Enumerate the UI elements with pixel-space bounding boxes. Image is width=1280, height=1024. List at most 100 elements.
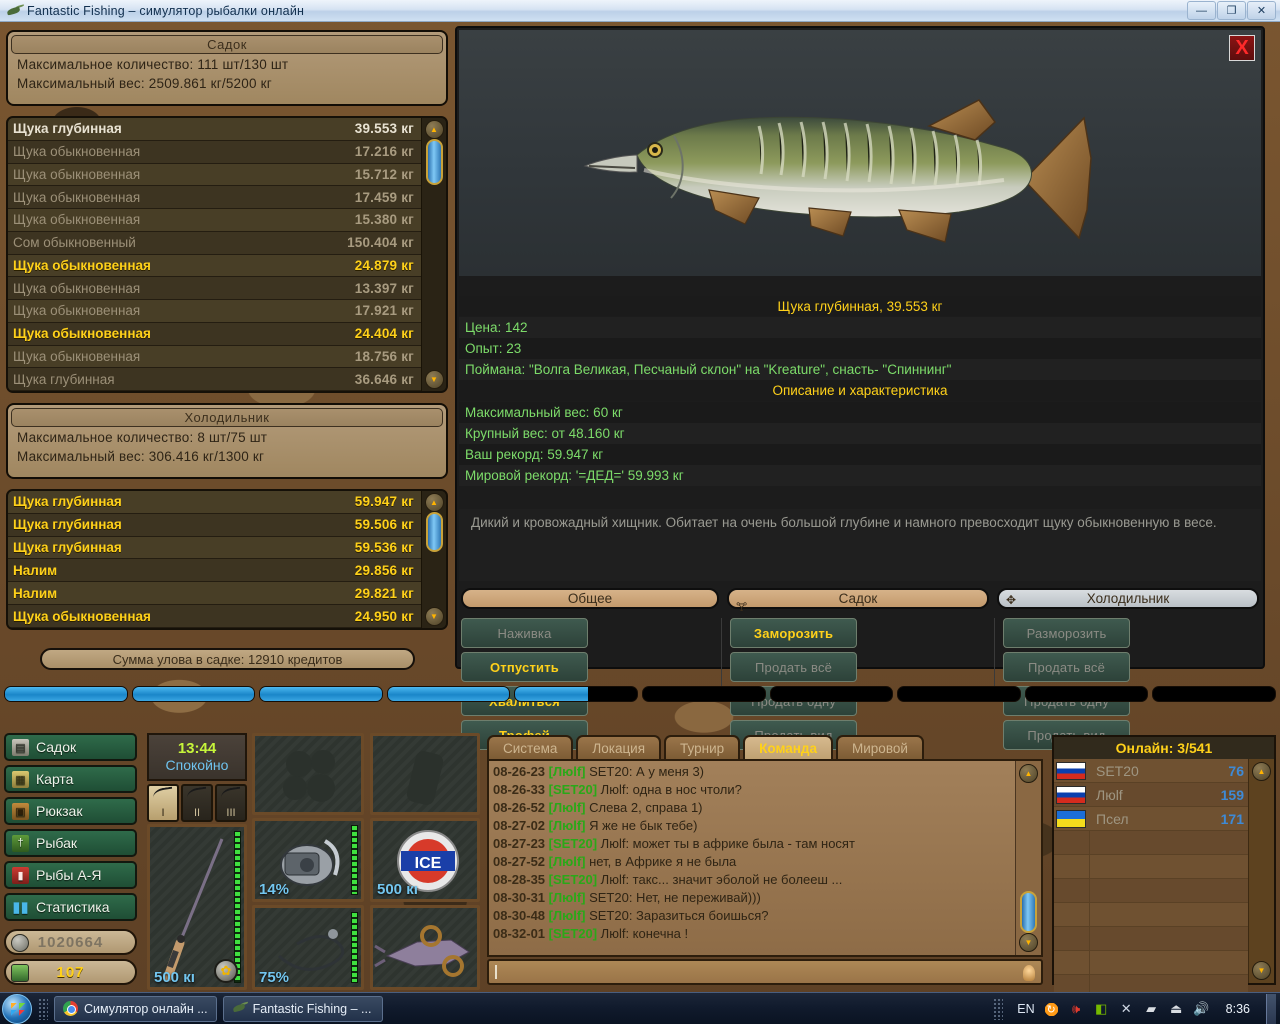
fridge-caption: Холодильник (11, 408, 443, 427)
chat-timestamp: 08-28-35 (493, 872, 549, 887)
chat-nickname: [Люlf] (548, 818, 590, 833)
chat-tab-мировой[interactable]: Мировой (836, 735, 924, 759)
table-row[interactable]: Щука обыкновенная 17.921 кг (8, 300, 421, 323)
tab-fridge[interactable]: ✥ Холодильник (997, 588, 1259, 609)
scroll-up-icon[interactable]: ▲ (424, 493, 444, 512)
network-error-icon[interactable]: ▰ (1143, 1001, 1160, 1018)
chat-input[interactable] (487, 959, 1043, 985)
common-button-отпустить[interactable]: Отпустить (461, 652, 588, 682)
chat-messages-area[interactable]: 08-26-23 [Люlf] SET20: А у меня 3) 08-26-… (487, 759, 1043, 957)
gear-icon[interactable]: ✿ (214, 959, 238, 983)
language-indicator[interactable]: EN (1017, 1002, 1034, 1016)
chat-tab-турнир[interactable]: Турнир (664, 735, 741, 759)
table-row[interactable]: Щука обыкновенная 15.380 кг (8, 209, 421, 232)
fish-world-record: Мировой рекорд: '=ДЕД=' 59.993 кг (459, 465, 1261, 486)
fridge-count: Максимальное количество: 8 шт/75 шт (17, 430, 268, 445)
common-button-наживка: Наживка (461, 618, 588, 648)
chat-text: Люlf: конечна ! (600, 926, 689, 941)
show-desktop-button[interactable] (1266, 994, 1276, 1024)
slot-extra-empty[interactable] (370, 733, 480, 815)
scroll-down-icon[interactable]: ▼ (1019, 933, 1038, 952)
online-player-row[interactable]: Люlf 159 (1054, 783, 1248, 807)
rod-tab-II[interactable]: II (181, 784, 213, 822)
menu-item-label: Садок (36, 739, 77, 755)
table-row[interactable]: Щука глубинная 59.947 кг (8, 491, 421, 514)
table-row[interactable]: Щука глубинная 59.536 кг (8, 536, 421, 560)
chat-tab-система[interactable]: Система (487, 735, 574, 759)
online-player-row[interactable]: SET20 76 (1054, 759, 1248, 783)
table-row[interactable]: Налим 29.821 кг (8, 582, 421, 606)
tab-label: Холодильник (1086, 591, 1170, 606)
minimize-button[interactable]: — (1187, 1, 1216, 20)
menu-item-садок[interactable]: ▤ Садок (4, 733, 137, 761)
table-row[interactable]: Щука обыкновенная 24.879 кг (8, 254, 421, 278)
menu-item-рыбы-а-я[interactable]: ▮ Рыбы А-Я (4, 861, 137, 889)
taskbar-button-label: Симулятор онлайн ... (84, 1001, 208, 1016)
table-row[interactable]: Щука обыкновенная 17.459 кг (8, 186, 421, 209)
start-button-icon[interactable] (2, 993, 32, 1024)
table-row[interactable]: Щука глубинная 39.553 кг (8, 118, 421, 141)
scroll-up-icon[interactable]: ▲ (424, 120, 444, 139)
xp-segment (1152, 686, 1276, 702)
keepnet-scrollbar[interactable]: ▲ ▼ (421, 118, 446, 391)
menu-item-статистика[interactable]: ▮▮ Статистика (4, 893, 137, 921)
table-row[interactable]: Щука обыкновенная 17.216 кг (8, 140, 421, 164)
chat-scrollbar[interactable]: ▲ ▼ (1015, 761, 1041, 955)
scroll-down-icon[interactable]: ▼ (1252, 961, 1271, 980)
table-row[interactable]: Щука обыкновенная 18.756 кг (8, 345, 421, 369)
taskbar-button-game[interactable]: Fantastic Fishing – ... (222, 995, 383, 1022)
scroll-down-icon[interactable]: ▼ (424, 370, 444, 389)
keepnet-fish-list[interactable]: Щука глубинная 39.553 кг Щука обыкновенная… (6, 116, 448, 393)
update-icon[interactable]: ↻ (1042, 1000, 1060, 1018)
slot-line[interactable]: ICE 500 кı (370, 818, 480, 902)
fish-detail-window: X Щука глубинная, 39.553 кг Цена: 142 Оп… (455, 26, 1265, 750)
emoji-icon[interactable] (1023, 965, 1035, 981)
scroll-down-icon[interactable]: ▼ (424, 607, 444, 626)
fridge-scrollbar[interactable]: ▲ ▼ (421, 491, 446, 628)
keepnet-button-продать-всё: Продать всё (730, 652, 858, 682)
chat-message: 08-32-01 [SET20] Люlf: конечна ! (493, 925, 1011, 943)
taskbar-button-chrome[interactable]: Симулятор онлайн ... (54, 995, 217, 1022)
menu-item-карта[interactable]: ▦ Карта (4, 765, 137, 793)
slot-bait-empty[interactable] (252, 733, 364, 815)
scroll-up-icon[interactable]: ▲ (1019, 764, 1038, 783)
slot-leader[interactable]: 75% (252, 905, 364, 990)
table-row[interactable]: Щука обыкновенная 15.712 кг (8, 163, 421, 187)
scrollbar-thumb[interactable] (1020, 891, 1037, 933)
volume-mute-icon[interactable]: 🕪 (1068, 1001, 1085, 1018)
chat-tab-команда[interactable]: Команда (743, 735, 834, 759)
scroll-up-icon[interactable]: ▲ (1252, 762, 1271, 781)
utorrent-icon[interactable]: ✕ (1118, 1001, 1135, 1018)
rod-tab-I[interactable]: I (147, 784, 179, 822)
scrollbar-thumb[interactable] (425, 139, 443, 185)
online-player-row[interactable]: Псел 171 (1054, 807, 1248, 831)
close-icon[interactable]: X (1229, 35, 1255, 61)
rod-tab-III[interactable]: III (215, 784, 247, 822)
nvidia-icon[interactable]: ◧ (1093, 1001, 1110, 1018)
scrollbar-thumb[interactable] (425, 512, 443, 552)
slot-rod[interactable]: 500 кı ✿ (147, 824, 247, 990)
menu-item-рыбак[interactable]: † Рыбак (4, 829, 137, 857)
taskbar-clock[interactable]: 8:36 (1226, 1002, 1250, 1016)
table-row[interactable]: Налим 29.856 кг (8, 559, 421, 583)
table-row[interactable]: Щука глубинная 36.646 кг (8, 368, 421, 391)
chat-tab-локация[interactable]: Локация (576, 735, 662, 759)
keepnet-button-заморозить[interactable]: Заморозить (730, 618, 858, 648)
menu-item-рюкзак[interactable]: ▣ Рюкзак (4, 797, 137, 825)
tab-common[interactable]: Общее (461, 588, 719, 609)
online-scrollbar[interactable]: ▲ ▼ (1248, 759, 1274, 983)
table-row[interactable]: Щука обыкновенная 24.404 кг (8, 322, 421, 346)
fish-name: Щука глубинная (13, 371, 115, 387)
slot-reel[interactable]: 14% (252, 818, 364, 902)
slot-lure[interactable] (370, 905, 480, 990)
volume-icon[interactable]: 🔊 (1193, 1001, 1210, 1018)
maximize-button[interactable]: ❐ (1217, 1, 1246, 20)
table-row[interactable]: Щука обыкновенная 24.950 кг (8, 605, 421, 628)
table-row[interactable]: Щука обыкновенная 13.397 кг (8, 277, 421, 300)
fridge-fish-list[interactable]: Щука глубинная 59.947 кг Щука глубинная 59.… (6, 489, 448, 630)
table-row[interactable]: Сом обыкновенный 150.404 кг (8, 231, 421, 255)
eject-icon[interactable]: ⏏ (1168, 1001, 1185, 1018)
table-row[interactable]: Щука глубинная 59.506 кг (8, 513, 421, 537)
tab-keepnet[interactable]: 🝖 Садок (727, 588, 989, 614)
close-window-button[interactable]: ✕ (1247, 1, 1276, 20)
